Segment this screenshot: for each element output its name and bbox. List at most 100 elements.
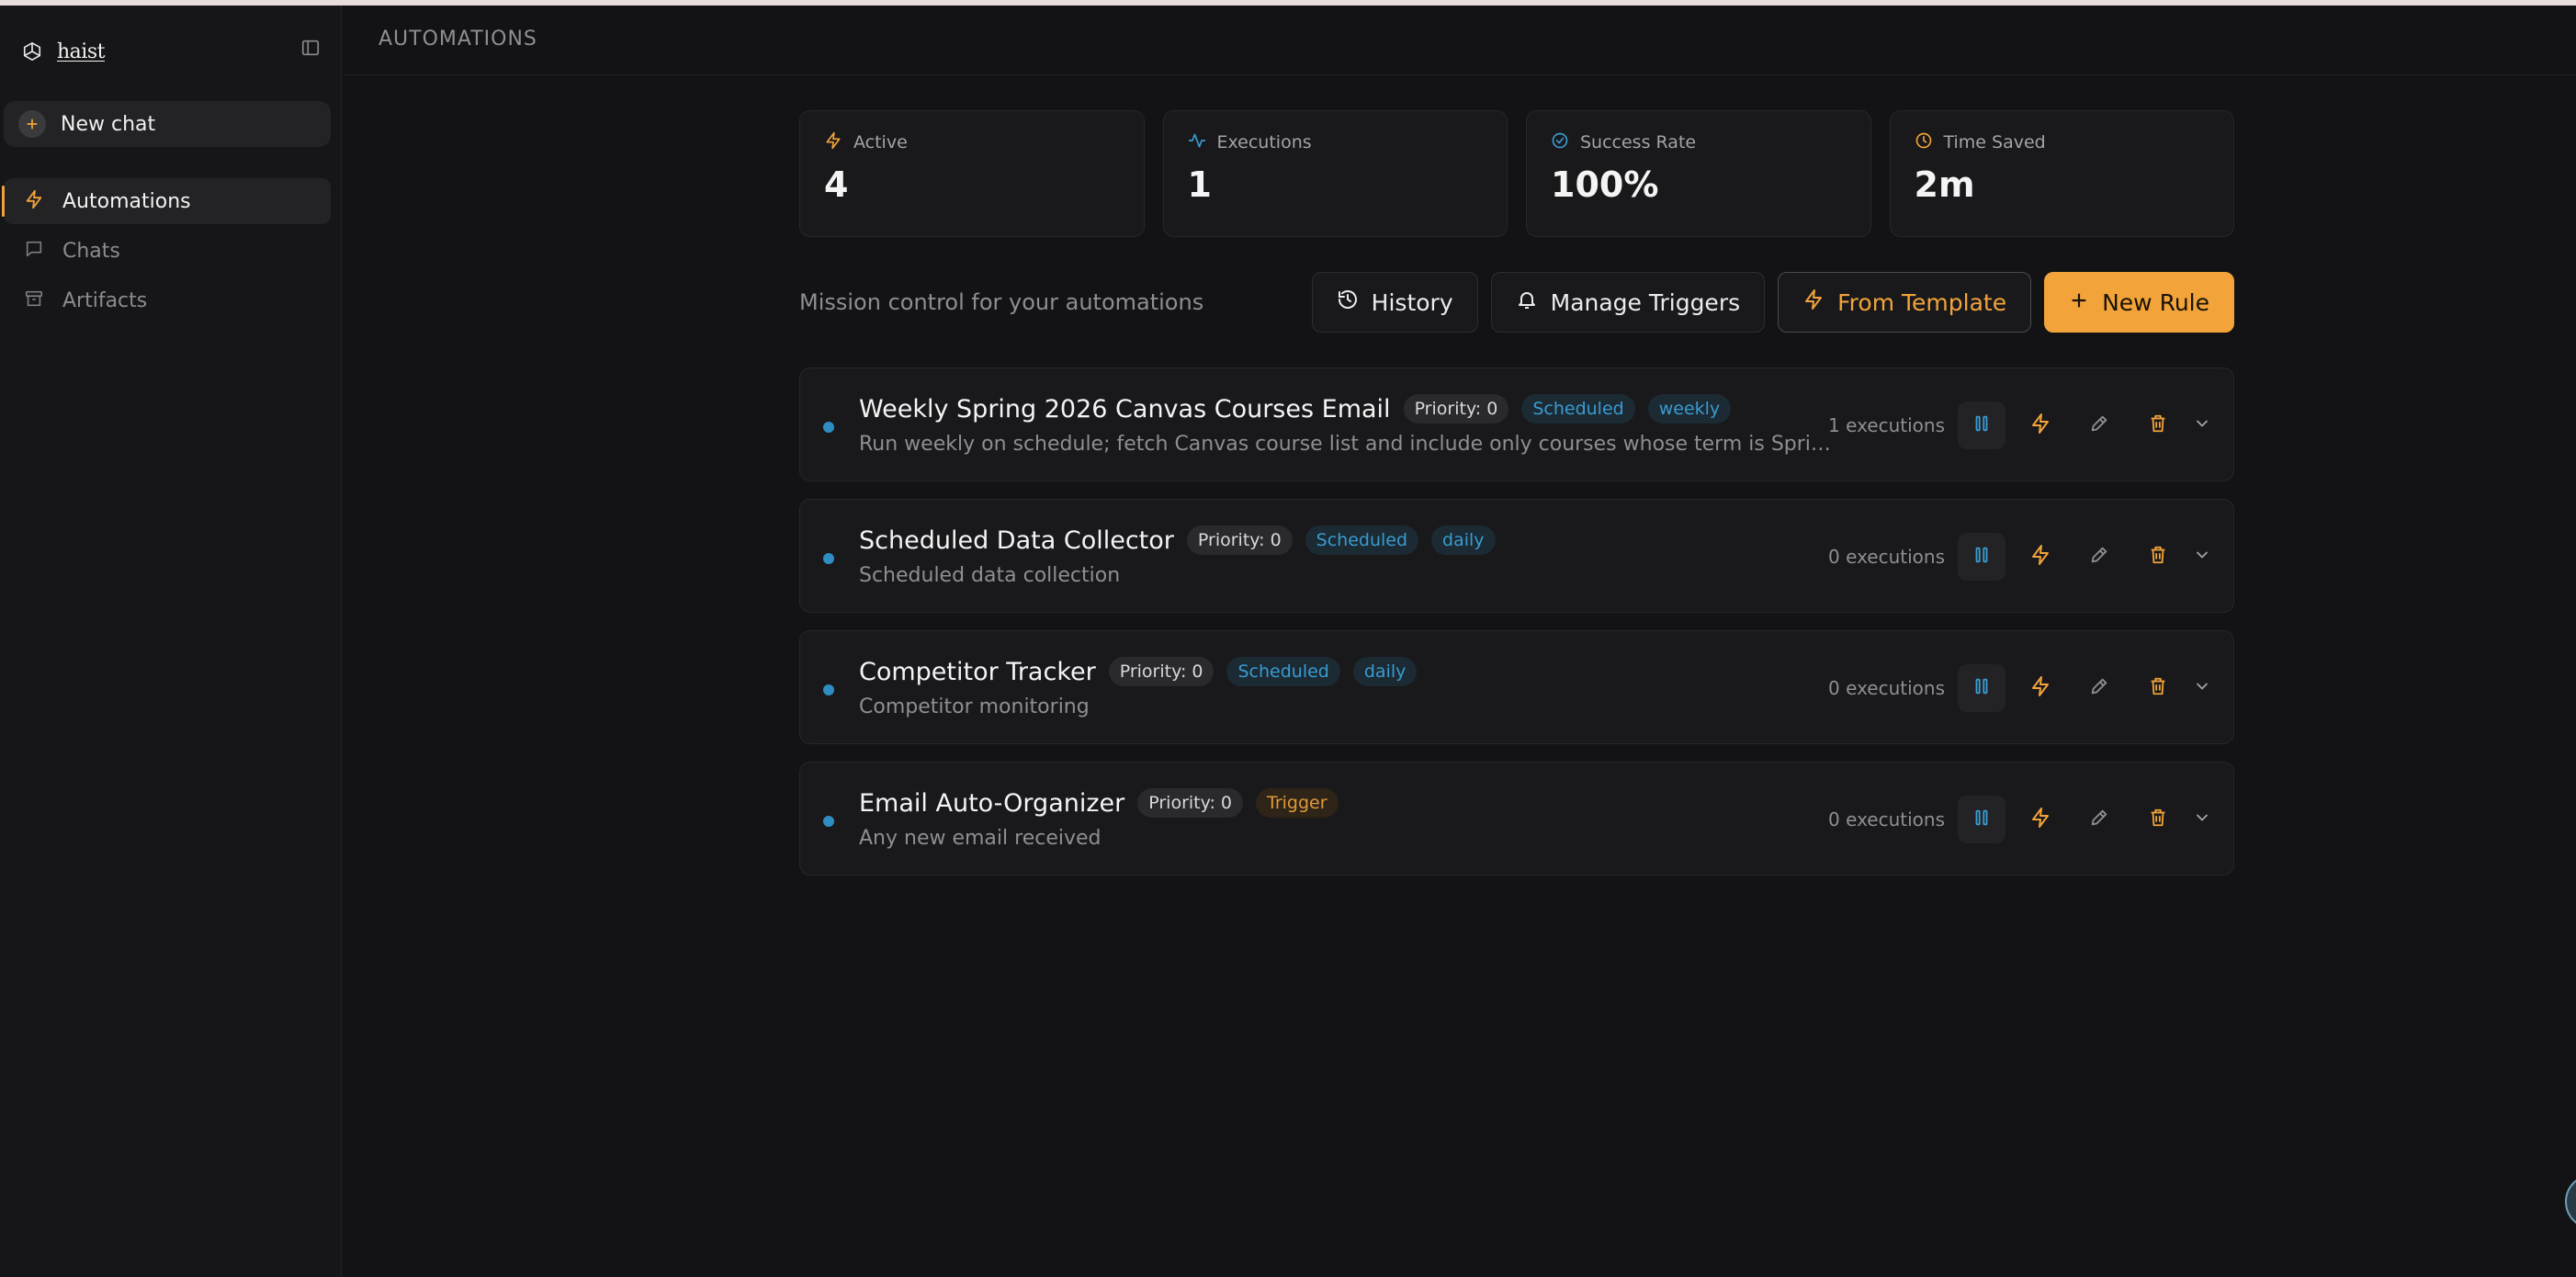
stat-label: Time Saved <box>1943 132 2046 153</box>
archive-icon <box>24 288 44 312</box>
executions-count: 0 executions <box>1828 808 1945 831</box>
new-rule-button[interactable]: New Rule <box>2044 272 2234 333</box>
stat-label: Success Rate <box>1580 132 1697 153</box>
chevron-down-icon <box>2193 414 2211 436</box>
frequency-badge: weekly <box>1647 394 1732 424</box>
expand-button[interactable] <box>2187 401 2217 449</box>
status-dot <box>823 422 834 433</box>
trash-icon <box>2148 808 2168 831</box>
delete-button[interactable] <box>2134 401 2182 449</box>
page-header: AUTOMATIONS <box>343 6 2576 75</box>
pause-icon <box>1972 413 1992 437</box>
pause-icon <box>1972 676 1992 700</box>
edit-button[interactable] <box>2075 533 2123 581</box>
history-icon <box>1337 288 1359 316</box>
check-circle-icon <box>1551 131 1569 153</box>
floating-assistant-button[interactable] <box>2565 1174 2576 1229</box>
bell-icon <box>1516 288 1538 316</box>
pause-icon <box>1972 545 1992 569</box>
stat-label: Executions <box>1216 132 1312 153</box>
toolbar: Mission control for your automations His… <box>799 272 2234 333</box>
bolt-icon <box>824 131 842 153</box>
delete-button[interactable] <box>2134 664 2182 712</box>
pause-button[interactable] <box>1958 664 2005 712</box>
run-now-button[interactable] <box>2017 533 2064 581</box>
manage-triggers-button[interactable]: Manage Triggers <box>1490 272 1766 333</box>
stat-value: 100% <box>1551 164 1659 205</box>
executions-count: 0 executions <box>1828 546 1945 568</box>
run-now-button[interactable] <box>2017 401 2064 449</box>
plus-icon <box>18 110 46 138</box>
run-now-button[interactable] <box>2017 796 2064 843</box>
rule-row[interactable]: Weekly Spring 2026 Canvas Courses Email … <box>799 367 2234 481</box>
type-badge: Trigger <box>1256 788 1339 818</box>
pencil-icon <box>2089 676 2109 700</box>
rule-name: Competitor Tracker <box>859 657 1096 686</box>
expand-button[interactable] <box>2187 533 2217 581</box>
pencil-icon <box>2089 808 2109 831</box>
edit-button[interactable] <box>2075 664 2123 712</box>
rule-description: Run weekly on schedule; fetch Canvas cou… <box>859 433 1833 456</box>
delete-button[interactable] <box>2134 796 2182 843</box>
bolt-icon <box>24 189 44 213</box>
sidebar-item-automations[interactable]: Automations <box>2 178 331 224</box>
status-dot <box>823 816 834 827</box>
chevron-down-icon <box>2193 677 2211 699</box>
executions-count: 1 executions <box>1828 414 1945 436</box>
frequency-badge: daily <box>1352 657 1418 686</box>
history-button[interactable]: History <box>1311 272 1478 333</box>
chat-icon <box>24 239 44 263</box>
rule-name: Email Auto-Organizer <box>859 788 1125 818</box>
stat-card-time-saved: Time Saved 2m <box>1889 110 2234 237</box>
priority-badge: Priority: 0 <box>1137 788 1244 818</box>
rule-row[interactable]: Scheduled Data Collector Priority: 0 Sch… <box>799 499 2234 613</box>
type-badge: Scheduled <box>1521 394 1635 424</box>
rule-description: Competitor monitoring <box>859 695 1090 718</box>
rule-row[interactable]: Email Auto-Organizer Priority: 0 Trigger… <box>799 762 2234 876</box>
sidebar-item-chats[interactable]: Chats <box>4 228 331 274</box>
brand-logo-icon <box>20 40 44 63</box>
sidebar-toggle-icon[interactable] <box>296 33 325 62</box>
rule-name: Scheduled Data Collector <box>859 525 1174 555</box>
edit-button[interactable] <box>2075 796 2123 843</box>
priority-badge: Priority: 0 <box>1108 657 1215 686</box>
manage-triggers-label: Manage Triggers <box>1550 288 1741 316</box>
delete-button[interactable] <box>2134 533 2182 581</box>
sidebar-item-label: Automations <box>62 189 191 213</box>
stat-card-executions: Executions 1 <box>1162 110 1508 237</box>
history-label: History <box>1371 288 1453 316</box>
trash-icon <box>2148 676 2168 700</box>
pencil-icon <box>2089 413 2109 437</box>
type-badge: Scheduled <box>1305 525 1419 555</box>
rule-row[interactable]: Competitor Tracker Priority: 0 Scheduled… <box>799 630 2234 744</box>
chevron-down-icon <box>2193 808 2211 831</box>
rule-description: Any new email received <box>859 827 1102 850</box>
bolt-icon <box>2029 675 2051 701</box>
new-chat-button[interactable]: New chat <box>4 101 331 147</box>
edit-button[interactable] <box>2075 401 2123 449</box>
executions-count: 0 executions <box>1828 677 1945 699</box>
trash-icon <box>2148 413 2168 437</box>
stat-label: Active <box>853 132 908 153</box>
sidebar-item-label: Chats <box>62 239 120 263</box>
toolbar-tagline: Mission control for your automations <box>799 289 1204 315</box>
pause-button[interactable] <box>1958 796 2005 843</box>
pause-button[interactable] <box>1958 533 2005 581</box>
from-template-button[interactable]: From Template <box>1778 272 2032 333</box>
stat-value: 2m <box>1914 164 1975 205</box>
rules-list: Weekly Spring 2026 Canvas Courses Email … <box>799 367 2234 893</box>
type-badge: Scheduled <box>1226 657 1340 686</box>
trash-icon <box>2148 545 2168 569</box>
from-template-label: From Template <box>1837 288 2007 316</box>
stat-value: 4 <box>824 164 849 205</box>
expand-button[interactable] <box>2187 796 2217 843</box>
expand-button[interactable] <box>2187 664 2217 712</box>
frequency-badge: daily <box>1431 525 1496 555</box>
new-chat-label: New chat <box>61 112 156 136</box>
sidebar-item-artifacts[interactable]: Artifacts <box>4 277 331 323</box>
pause-button[interactable] <box>1958 401 2005 449</box>
brand-name: haist <box>57 40 105 63</box>
run-now-button[interactable] <box>2017 664 2064 712</box>
clock-icon <box>1915 131 1933 153</box>
brand[interactable]: haist <box>20 35 105 68</box>
